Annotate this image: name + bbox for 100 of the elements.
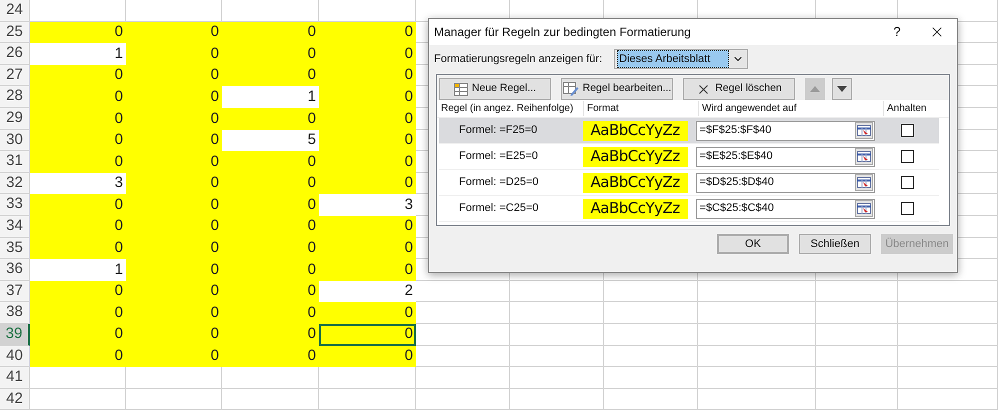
row-header[interactable]: 36 (0, 259, 30, 281)
table-cell: 0 (30, 302, 126, 324)
table-cell: 0 (319, 108, 416, 130)
toolbar-button[interactable]: Regel löschen (683, 78, 795, 100)
range-field[interactable]: =$D$25:$D$40 (696, 172, 876, 192)
move-button[interactable] (832, 78, 852, 100)
table-cell: 0 (222, 324, 319, 346)
table-cell: 0 (126, 108, 222, 130)
table-cell: 0 (319, 324, 416, 346)
row-header[interactable]: 39 (0, 324, 30, 346)
table-cell: 0 (319, 302, 416, 324)
row-header[interactable]: 40 (0, 346, 30, 368)
row-header[interactable]: 30 (0, 130, 30, 152)
row-header[interactable]: 31 (0, 151, 30, 173)
dialog-button[interactable]: Schließen (799, 234, 871, 254)
table-cell: 0 (222, 194, 319, 216)
table-cell: 0 (126, 259, 222, 281)
rule-condition: Formel: =D25=0 (458, 175, 540, 190)
rule-row[interactable]: Formel: =C25=0 AaBbCcYyZz =$C$25:$C$40 (439, 196, 939, 222)
table-cell: 0 (126, 194, 222, 216)
dialog-button[interactable]: OK (717, 234, 789, 254)
scope-label: Formatierungsregeln anzeigen für: (434, 52, 602, 67)
table-cell: 0 (126, 22, 222, 44)
up-arrow-icon (810, 86, 820, 92)
range-picker-icon (857, 177, 872, 188)
table-cell: 0 (126, 151, 222, 173)
stop-checkbox[interactable] (900, 176, 914, 189)
range-picker-icon (857, 125, 872, 136)
table-cell: 0 (30, 216, 126, 238)
toolbar-button[interactable]: Neue Regel... (439, 78, 551, 100)
table-cell: 0 (30, 64, 126, 86)
table-cell: 0 (222, 108, 319, 130)
stop-checkbox[interactable] (900, 124, 914, 137)
row-header[interactable]: 37 (0, 280, 30, 302)
table-cell: 0 (222, 216, 319, 238)
column-header: Wird angewendet auf (698, 101, 883, 116)
table-cell: 0 (222, 22, 319, 44)
help-button[interactable]: ? (877, 19, 917, 45)
rule-row[interactable]: Formel: =D25=0 AaBbCcYyZz =$D$25:$D$40 (439, 170, 939, 196)
table-cell: 0 (222, 280, 319, 302)
row-header[interactable]: 35 (0, 238, 30, 260)
row-header[interactable]: 42 (0, 388, 30, 410)
table-cell: 0 (319, 130, 416, 152)
range-field[interactable]: =$E$25:$E$40 (696, 146, 876, 166)
table-cell: 0 (30, 108, 126, 130)
table-cell: 0 (222, 64, 319, 86)
row-header[interactable]: 25 (0, 22, 30, 44)
table-cell: 0 (126, 130, 222, 152)
table-cell: 0 (126, 86, 222, 108)
scope-dropdown[interactable]: Dieses Arbeitsblatt (614, 49, 748, 69)
row-header[interactable]: 29 (0, 108, 30, 130)
stop-checkbox[interactable] (900, 202, 914, 215)
table-cell: 2 (319, 280, 416, 302)
table-cell: 0 (319, 64, 416, 86)
window-title: Manager für Regeln zur bedingten Formatierung (434, 24, 692, 41)
row-header[interactable]: 28 (0, 86, 30, 108)
table-cell: 0 (126, 346, 222, 368)
row-header[interactable]: 26 (0, 43, 30, 65)
table-cell: 0 (30, 346, 126, 368)
range-picker-icon (857, 151, 872, 162)
table-cell: 0 (319, 216, 416, 238)
range-picker-icon (857, 203, 872, 214)
format-preview: AaBbCcYyZz (582, 120, 688, 140)
table-cell: 0 (222, 302, 319, 324)
table-cell: 0 (126, 280, 222, 302)
format-preview: AaBbCcYyZz (582, 172, 688, 192)
stop-checkbox[interactable] (900, 150, 914, 163)
toolbar-button[interactable]: Regel bearbeiten... (561, 78, 673, 100)
range-field[interactable]: =$F$25:$F$40 (696, 120, 876, 140)
rule-row[interactable]: Formel: =E25=0 AaBbCcYyZz =$E$25:$E$40 (439, 144, 939, 170)
down-arrow-icon (837, 86, 847, 92)
table-cell: 0 (222, 346, 319, 368)
table-cell: 0 (30, 324, 126, 346)
table-cell: 0 (30, 238, 126, 260)
table-cell: 0 (319, 346, 416, 368)
rule-row[interactable]: Formel: =F25=0 AaBbCcYyZz =$F$25:$F$40 (439, 118, 939, 144)
row-header[interactable]: 24 (0, 0, 30, 22)
rule-condition: Formel: =C25=0 (458, 201, 540, 216)
table-cell: 0 (222, 43, 319, 65)
table-cell: 0 (30, 22, 126, 44)
row-header[interactable]: 27 (0, 64, 30, 86)
table-cell: 0 (30, 86, 126, 108)
table-cell: 0 (126, 172, 222, 194)
column-header: Regel (in angez. Reihenfolge) (440, 102, 574, 116)
table-cell: 0 (319, 151, 416, 173)
table-cell: 0 (126, 238, 222, 260)
table-cell: 0 (126, 43, 222, 65)
column-header: Anhalten (883, 101, 943, 116)
row-header[interactable]: 38 (0, 302, 30, 324)
table-cell: 0 (222, 238, 319, 260)
table-cell: 0 (126, 64, 222, 86)
table-cell: 0 (319, 43, 416, 65)
range-field[interactable]: =$C$25:$C$40 (696, 198, 876, 218)
table-cell: 0 (126, 302, 222, 324)
row-header[interactable]: 33 (0, 194, 30, 216)
row-header[interactable]: 34 (0, 216, 30, 238)
table-cell: 0 (30, 194, 126, 216)
row-header[interactable]: 41 (0, 367, 30, 389)
row-header[interactable]: 32 (0, 172, 30, 194)
table-cell: 0 (30, 151, 126, 173)
